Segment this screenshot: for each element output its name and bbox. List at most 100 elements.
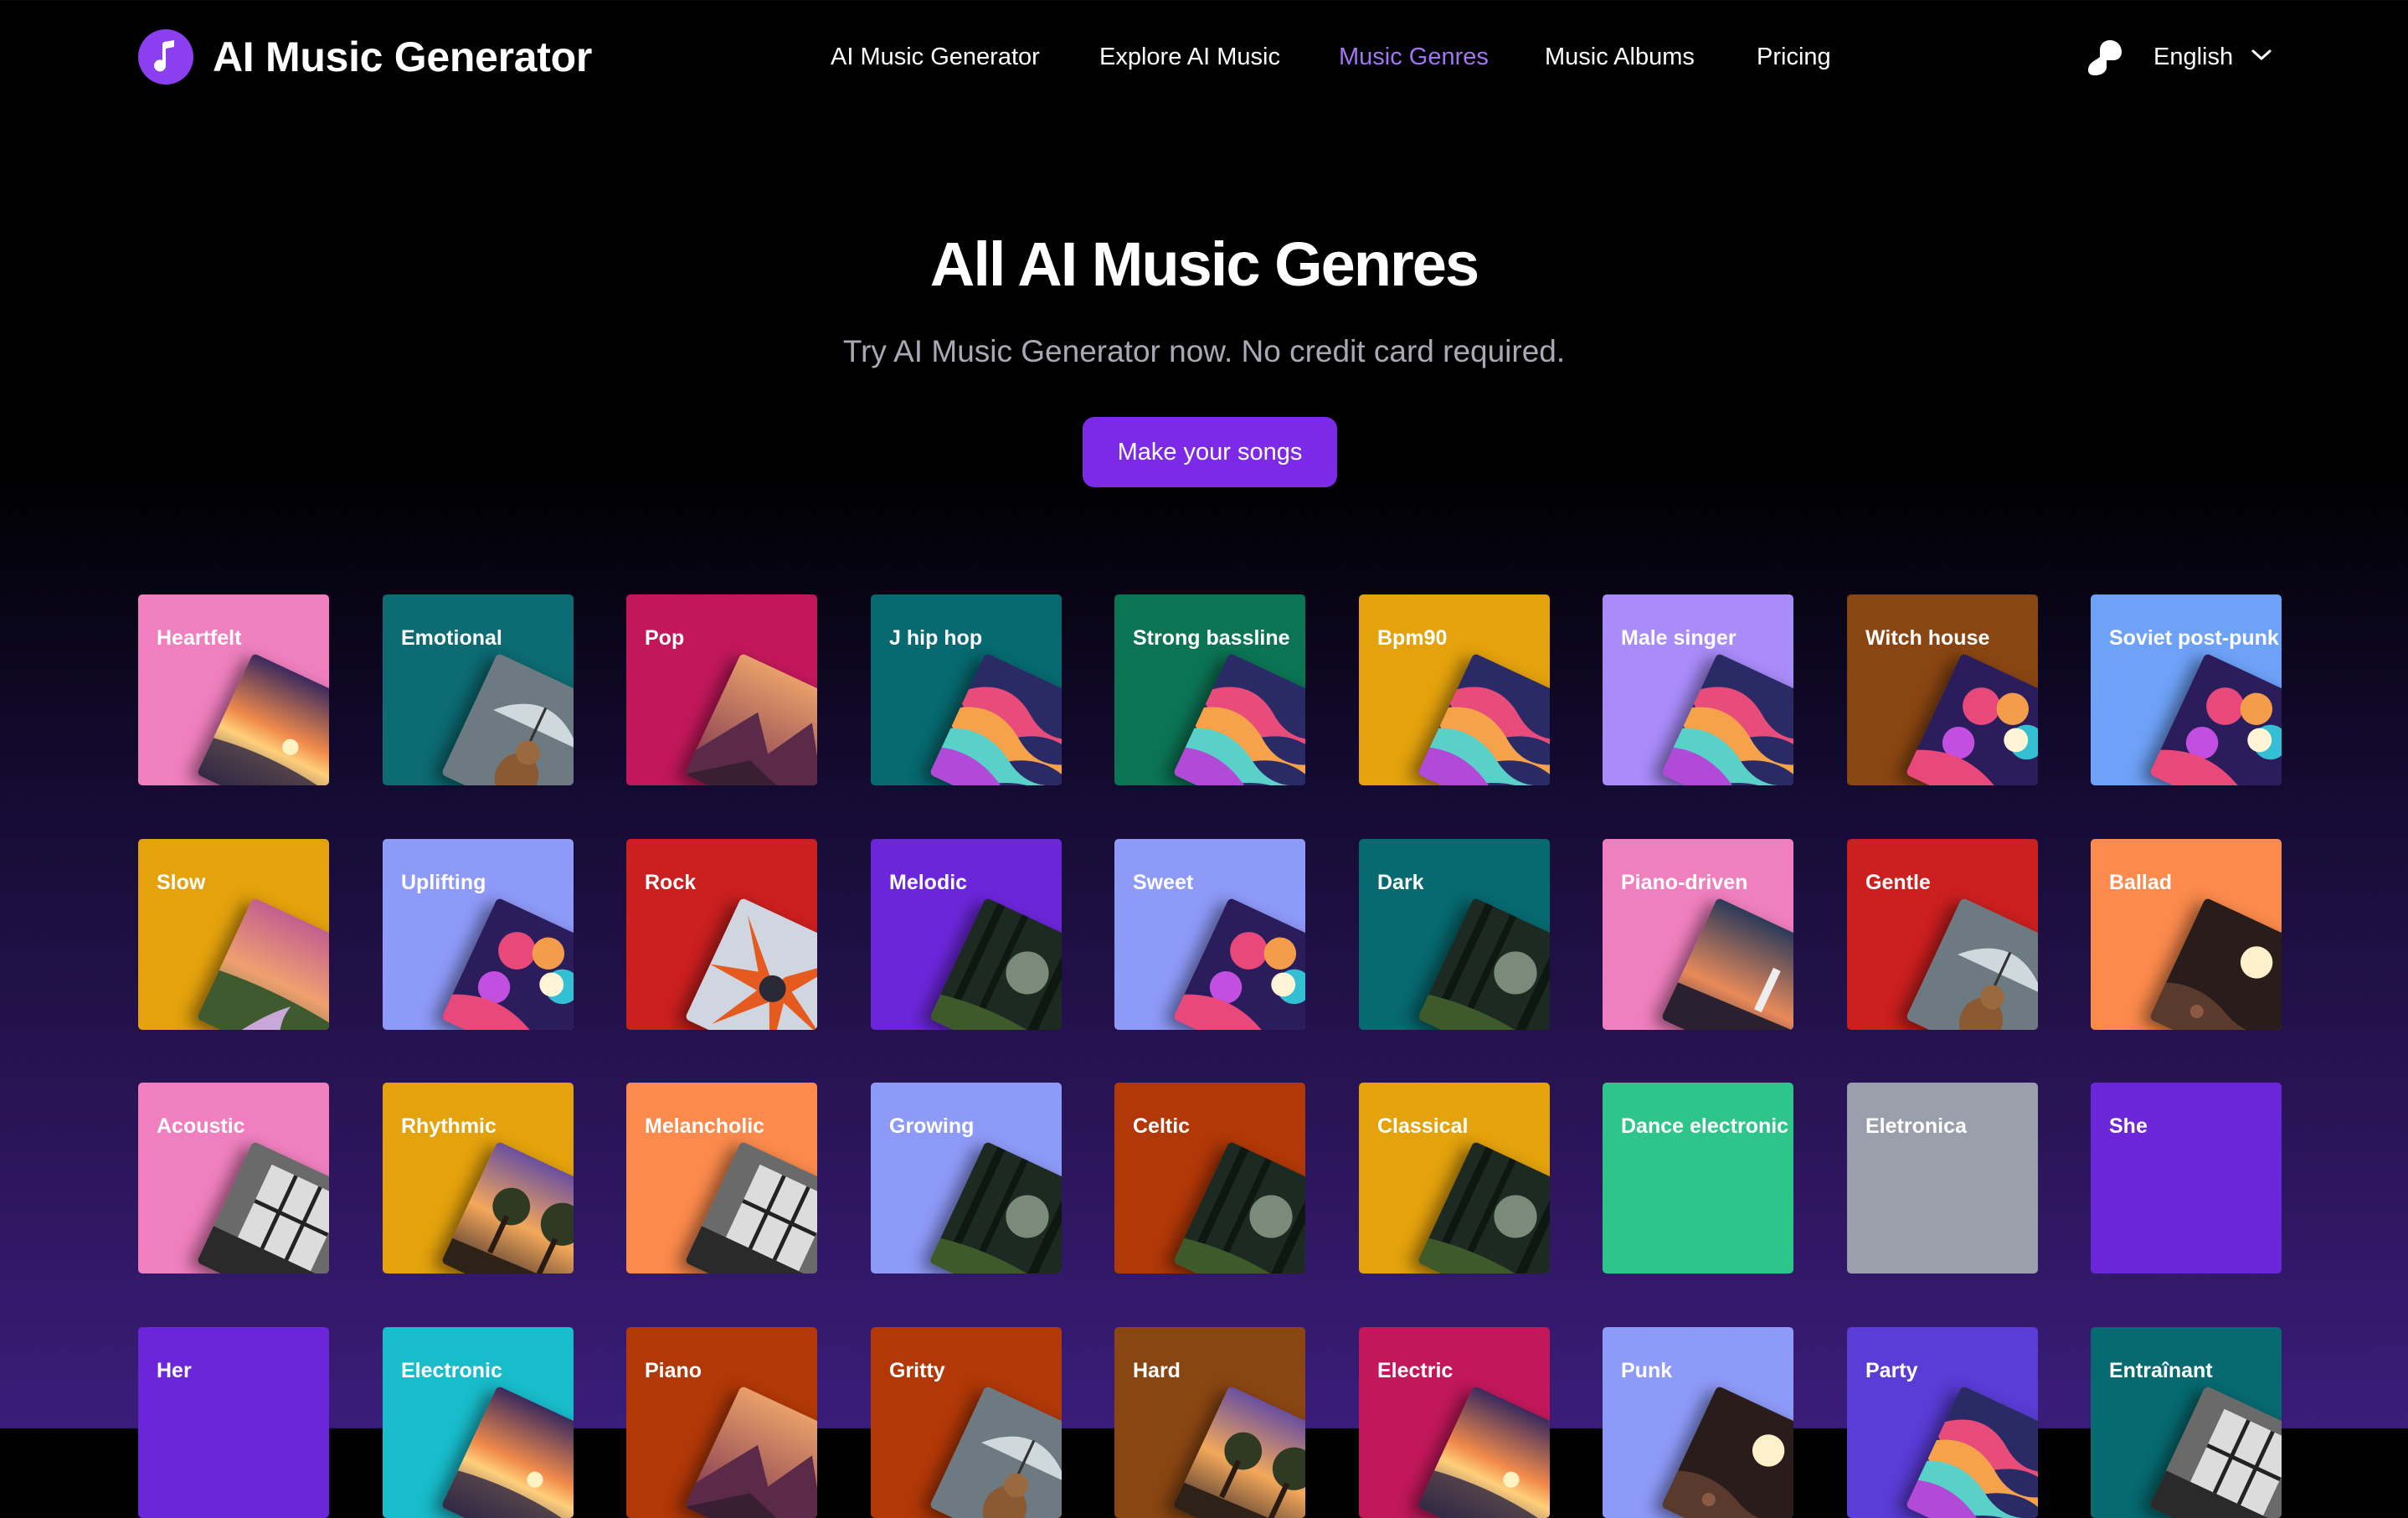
- genre-artwork-image: [929, 652, 1062, 785]
- genre-card-entrainant[interactable]: Entraînant: [2091, 1327, 2282, 1518]
- genre-card-gentle[interactable]: Gentle: [1847, 839, 2038, 1030]
- genre-card-label: Dance electronic: [1621, 1114, 1789, 1138]
- genre-card-label: Electronic: [401, 1359, 502, 1382]
- genre-card-label: Dark: [1377, 871, 1424, 894]
- page-subtitle: Try AI Music Generator now. No credit ca…: [842, 334, 1566, 368]
- genre-card-rhythmic[interactable]: Rhythmic: [383, 1083, 574, 1274]
- genre-card-electronic[interactable]: Electronic: [383, 1327, 574, 1518]
- genre-card-piano-driven[interactable]: Piano-driven: [1603, 839, 1793, 1030]
- genre-artwork-image: [440, 652, 574, 785]
- genre-artwork-image: [1417, 1385, 1550, 1518]
- genre-artwork-image: [684, 1385, 817, 1518]
- genre-card-soviet-post-punk[interactable]: Soviet post-punk: [2091, 594, 2282, 785]
- page-title: All AI Music Genres: [929, 229, 1479, 299]
- language-selector[interactable]: English: [2153, 40, 2233, 74]
- genre-artwork-image: [929, 897, 1062, 1030]
- genre-card-pop[interactable]: Pop: [626, 594, 817, 785]
- genre-card-melodic[interactable]: Melodic: [871, 839, 1062, 1030]
- genre-card-label: Slow: [157, 871, 206, 894]
- genre-card-label: Rock: [645, 871, 697, 894]
- music-note-logo-icon[interactable]: [138, 29, 193, 85]
- genre-card-label: Piano: [645, 1359, 702, 1382]
- genre-card-bpm90[interactable]: Bpm90: [1359, 594, 1550, 785]
- genre-card-gritty[interactable]: Gritty: [871, 1327, 1062, 1518]
- genre-card-label: Classical: [1377, 1114, 1469, 1138]
- genre-artwork-image: [1172, 1385, 1305, 1518]
- genre-card-dance-electronic[interactable]: Dance electronic: [1603, 1083, 1793, 1274]
- genre-card-label: Electric: [1377, 1359, 1454, 1382]
- genre-card-hard[interactable]: Hard: [1114, 1327, 1305, 1518]
- genre-card-label: Melancholic: [645, 1114, 765, 1138]
- genre-card-label: Piano-driven: [1621, 871, 1748, 894]
- nav-music-albums[interactable]: Music Albums: [1545, 40, 1695, 74]
- genre-artwork-image: [1172, 897, 1305, 1030]
- genre-card-witch-house[interactable]: Witch house: [1847, 594, 2038, 785]
- genre-card-label: Her: [157, 1359, 192, 1382]
- genre-artwork-image: [1905, 652, 2038, 785]
- nav-pricing[interactable]: Pricing: [1757, 40, 1831, 74]
- genre-card-label: Party: [1865, 1359, 1918, 1382]
- nav-explore-ai-music[interactable]: Explore AI Music: [1099, 40, 1280, 74]
- genre-card-uplifting[interactable]: Uplifting: [383, 839, 574, 1030]
- genre-card-label: Strong bassline: [1133, 626, 1290, 650]
- genre-artwork-image: [2148, 897, 2282, 1030]
- genre-card-growing[interactable]: Growing: [871, 1083, 1062, 1274]
- genre-card-punk[interactable]: Punk: [1603, 1327, 1793, 1518]
- genre-card-label: Acoustic: [157, 1114, 245, 1138]
- genre-card-label: Soviet post-punk: [2109, 626, 2279, 650]
- genre-card-strong-bassline[interactable]: Strong bassline: [1114, 594, 1305, 785]
- genre-card-label: Punk: [1621, 1359, 1673, 1382]
- genre-card-label: Sweet: [1133, 871, 1194, 894]
- genre-card-slow[interactable]: Slow: [138, 839, 329, 1030]
- genre-artwork-image: [196, 897, 329, 1030]
- genre-artwork-image: [1660, 652, 1793, 785]
- genre-card-label: Rhythmic: [401, 1114, 497, 1138]
- genre-artwork-image: [440, 897, 574, 1030]
- genre-artwork-image: [1905, 1385, 2038, 1518]
- genre-card-rock[interactable]: Rock: [626, 839, 817, 1030]
- genre-card-label: Gentle: [1865, 871, 1931, 894]
- genre-card-melancholic[interactable]: Melancholic: [626, 1083, 817, 1274]
- genre-card-sweet[interactable]: Sweet: [1114, 839, 1305, 1030]
- genre-card-emotional[interactable]: Emotional: [383, 594, 574, 785]
- genre-artwork-image: [684, 1140, 817, 1274]
- genre-card-label: Uplifting: [401, 871, 486, 894]
- genre-card-label: J hip hop: [889, 626, 983, 650]
- make-your-songs-button[interactable]: Make your songs: [1083, 417, 1337, 487]
- chevron-down-icon[interactable]: [2251, 48, 2272, 67]
- genre-card-label: Eletronica: [1865, 1114, 1967, 1138]
- nav-ai-music-generator[interactable]: AI Music Generator: [831, 40, 1040, 74]
- genre-card-classical[interactable]: Classical: [1359, 1083, 1550, 1274]
- genre-card-ballad[interactable]: Ballad: [2091, 839, 2282, 1030]
- genre-card-label: Ballad: [2109, 871, 2173, 894]
- language-wave-icon[interactable]: [2085, 37, 2125, 77]
- genre-artwork-image: [1905, 897, 2038, 1030]
- genre-card-piano[interactable]: Piano: [626, 1327, 817, 1518]
- genre-card-label: Growing: [889, 1114, 975, 1138]
- genre-card-electric[interactable]: Electric: [1359, 1327, 1550, 1518]
- genre-card-label: Melodic: [889, 871, 968, 894]
- genre-card-celtic[interactable]: Celtic: [1114, 1083, 1305, 1274]
- genre-card-male-singer[interactable]: Male singer: [1603, 594, 1793, 785]
- genre-artwork-image: [929, 1385, 1062, 1518]
- genre-artwork-image: [1172, 1140, 1305, 1274]
- genre-card-party[interactable]: Party: [1847, 1327, 2038, 1518]
- genre-artwork-image: [684, 897, 817, 1030]
- nav-music-genres[interactable]: Music Genres: [1339, 40, 1489, 74]
- genre-card-heartfelt[interactable]: Heartfelt: [138, 594, 329, 785]
- genre-artwork-image: [1172, 652, 1305, 785]
- genre-artwork-image: [1660, 1385, 1793, 1518]
- genre-card-she[interactable]: She: [2091, 1083, 2282, 1274]
- genre-card-dark[interactable]: Dark: [1359, 839, 1550, 1030]
- genre-card-label: Gritty: [889, 1359, 945, 1382]
- genre-card-eletronica[interactable]: Eletronica: [1847, 1083, 2038, 1274]
- genre-card-her[interactable]: Her: [138, 1327, 329, 1518]
- genre-artwork-image: [1417, 1140, 1550, 1274]
- brand-name[interactable]: AI Music Generator: [213, 30, 592, 84]
- genre-card-acoustic[interactable]: Acoustic: [138, 1083, 329, 1274]
- genre-card-label: Pop: [645, 626, 685, 650]
- genre-artwork-image: [2148, 652, 2282, 785]
- genre-artwork-image: [929, 1140, 1062, 1274]
- genre-artwork-image: [196, 1140, 329, 1274]
- genre-card-j-hip-hop[interactable]: J hip hop: [871, 594, 1062, 785]
